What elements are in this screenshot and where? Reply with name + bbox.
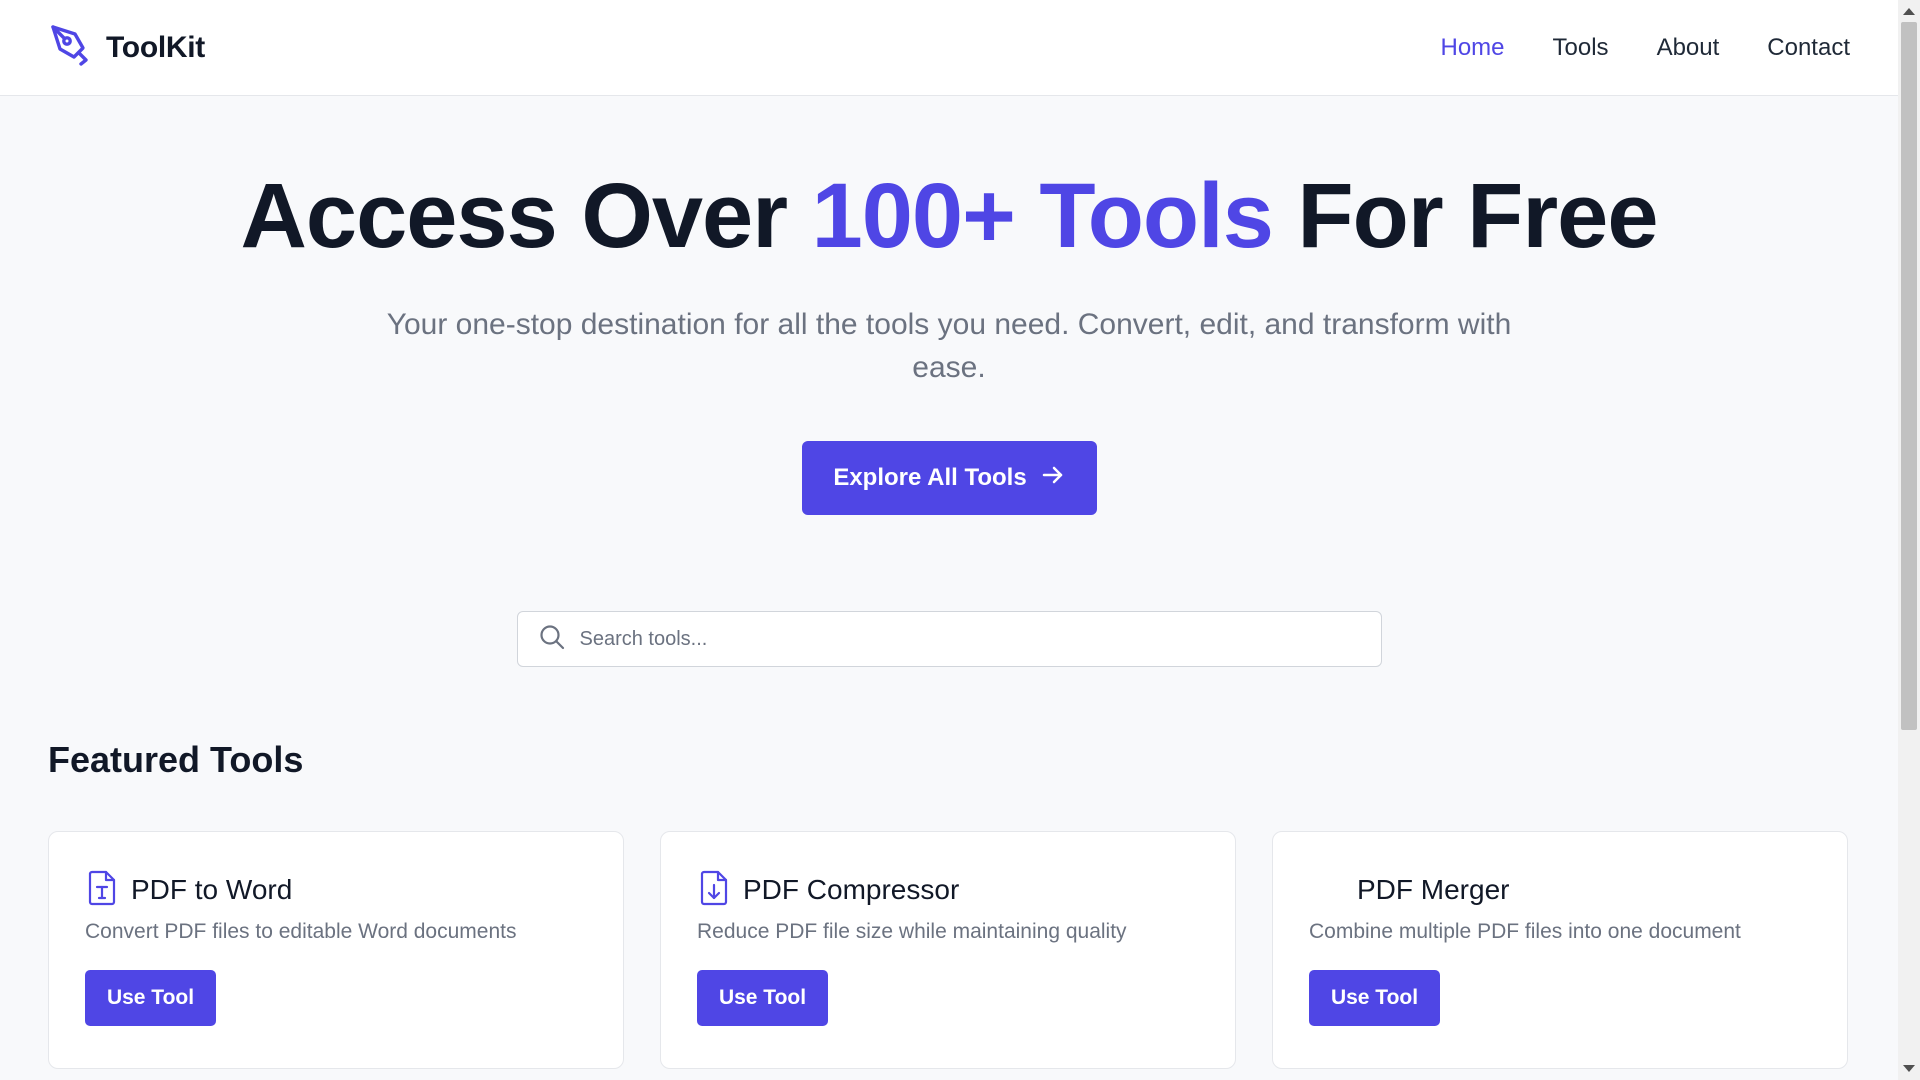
use-tool-button[interactable]: Use Tool — [85, 970, 216, 1027]
vertical-scrollbar[interactable] — [1898, 0, 1920, 1080]
hero-title-part2: For Free — [1272, 165, 1658, 267]
search-input[interactable] — [579, 627, 1361, 651]
hero-title: Access Over 100+ Tools For Free — [0, 165, 1898, 267]
card-header: PDF Compressor — [697, 870, 1199, 910]
main-nav: Home Tools About Contact — [1441, 34, 1851, 62]
brand-name: ToolKit — [106, 30, 205, 64]
card-title: PDF Compressor — [743, 874, 960, 906]
nav-item-about[interactable]: About — [1657, 34, 1720, 62]
file-download-icon — [697, 870, 731, 911]
tool-card-pdf-merger: PDF Merger Combine multiple PDF files in… — [1272, 831, 1848, 1070]
card-description: Combine multiple PDF files into one docu… — [1309, 920, 1741, 944]
scrollbar-thumb[interactable] — [1901, 22, 1917, 730]
arrow-right-icon — [1041, 463, 1065, 494]
card-description: Convert PDF files to editable Word docum… — [85, 920, 517, 944]
tool-cards: PDF to Word Convert PDF files to editabl… — [48, 831, 1850, 1070]
hero-title-part1: Access Over — [240, 165, 812, 267]
card-icon-placeholder — [1309, 872, 1345, 908]
search-icon — [538, 623, 566, 656]
nav-item-tools[interactable]: Tools — [1553, 34, 1609, 62]
tool-card-pdf-to-word: PDF to Word Convert PDF files to editabl… — [48, 831, 624, 1070]
cta-label: Explore All Tools — [833, 464, 1027, 492]
nav-item-home[interactable]: Home — [1441, 34, 1505, 62]
hero-title-accent: 100+ Tools — [811, 165, 1274, 267]
search-box[interactable] — [516, 611, 1382, 668]
tool-card-pdf-compressor: PDF Compressor Reduce PDF file size whil… — [660, 831, 1236, 1070]
explore-all-tools-button[interactable]: Explore All Tools — [801, 441, 1097, 516]
pen-nib-icon — [48, 22, 94, 73]
hero-subtitle: Your one-stop destination for all the to… — [386, 308, 1512, 385]
top-navbar: ToolKit Home Tools About Contact — [0, 0, 1898, 96]
use-tool-button[interactable]: Use Tool — [1309, 970, 1440, 1027]
card-description: Reduce PDF file size while maintaining q… — [697, 920, 1127, 944]
scroll-up-arrow-icon[interactable] — [1903, 8, 1915, 15]
featured-tools-section: Featured Tools PDF to Word Convert PDF f… — [0, 667, 1898, 1070]
hero-section: Access Over 100+ Tools For Free Your one… — [0, 96, 1898, 668]
card-title: PDF to Word — [131, 874, 293, 906]
scroll-down-arrow-icon[interactable] — [1903, 1065, 1915, 1072]
brand[interactable]: ToolKit — [48, 22, 205, 73]
card-title: PDF Merger — [1357, 874, 1510, 906]
card-header: PDF to Word — [85, 870, 587, 910]
featured-tools-heading: Featured Tools — [48, 739, 304, 781]
file-text-icon — [85, 870, 119, 911]
page: ToolKit Home Tools About Contact Access … — [0, 0, 1898, 1080]
card-header: PDF Merger — [1309, 870, 1811, 910]
use-tool-button[interactable]: Use Tool — [697, 970, 828, 1027]
nav-item-contact[interactable]: Contact — [1767, 34, 1850, 62]
